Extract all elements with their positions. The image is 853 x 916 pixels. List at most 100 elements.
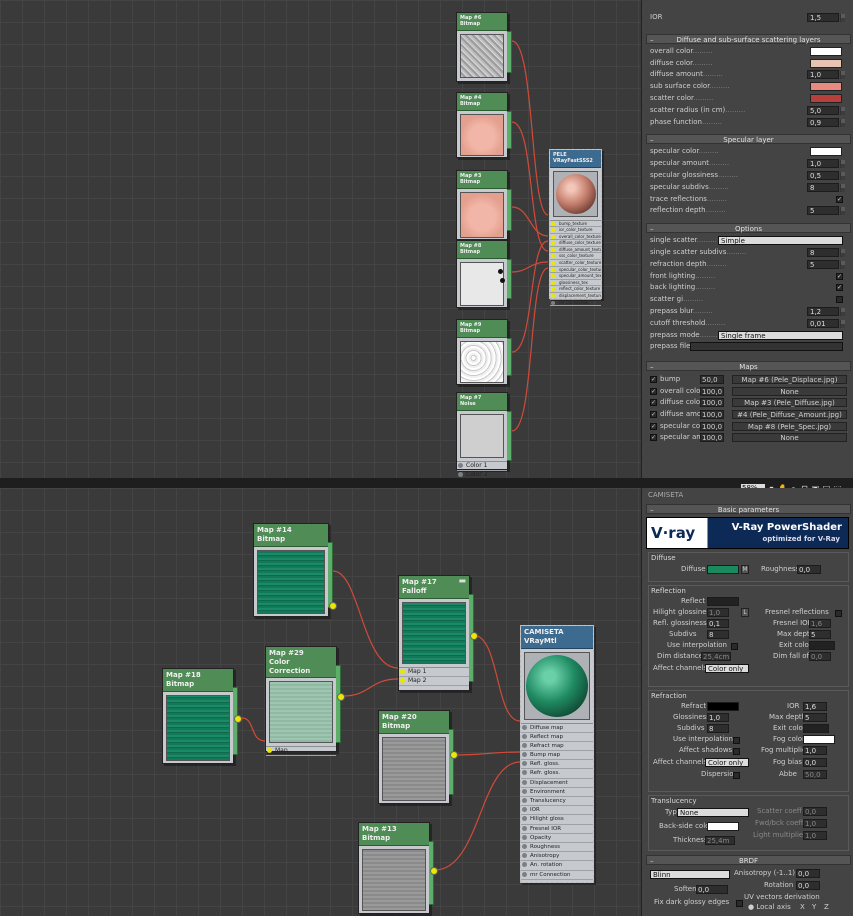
input-slot[interactable]: Refl. gloss. bbox=[521, 760, 593, 770]
color-swatch[interactable] bbox=[810, 46, 842, 56]
map-slot-button[interactable]: None bbox=[732, 386, 847, 396]
output-tab[interactable] bbox=[507, 189, 512, 231]
map-amount[interactable]: 100,0 bbox=[700, 409, 724, 419]
fresnel-checkbox[interactable] bbox=[835, 610, 842, 617]
input-slot[interactable]: specular_color_texture bbox=[550, 267, 601, 274]
input-slot[interactable]: Refr. gloss. bbox=[521, 769, 593, 779]
light-multiplier-value[interactable]: 1,0 bbox=[803, 831, 827, 840]
spinner[interactable] bbox=[840, 160, 845, 169]
rotation-value[interactable]: 0,0 bbox=[796, 881, 820, 890]
param-value[interactable]: 8 bbox=[807, 182, 839, 192]
subdivs-value[interactable]: 8 bbox=[707, 630, 729, 639]
input-slot[interactable]: displacement_texture bbox=[550, 293, 601, 300]
map-amount[interactable]: 100,0 bbox=[700, 421, 724, 431]
output-tab[interactable] bbox=[507, 31, 512, 73]
input-slot[interactable]: Displacement bbox=[521, 779, 593, 788]
node-map3[interactable]: Map #3 Bitmap bbox=[456, 170, 512, 240]
color-swatch[interactable] bbox=[810, 93, 842, 103]
input-slot[interactable]: diffuse_color_texture bbox=[550, 240, 601, 247]
dim-falloff-value[interactable]: 0,0 bbox=[809, 652, 831, 661]
node-map20[interactable]: Map #20 Bitmap bbox=[378, 710, 458, 804]
exit-color-swatch[interactable] bbox=[809, 641, 835, 650]
material-name-field[interactable]: CAMISETA bbox=[642, 488, 853, 502]
color-swatch[interactable] bbox=[810, 58, 842, 68]
rollout-maps[interactable]: – Maps bbox=[646, 361, 851, 372]
output-tab[interactable] bbox=[507, 411, 512, 461]
spinner[interactable] bbox=[840, 106, 845, 115]
affect-channels-dropdown[interactable]: Color only bbox=[705, 758, 749, 767]
node-camiseta-material[interactable]: CAMISETA VRayMtl Diffuse map Reflect map Re… bbox=[520, 625, 594, 883]
input-slot[interactable]: scatter_color_texture bbox=[550, 260, 601, 267]
map-slot-button[interactable]: Map #8 (Pele_Spec.jpg) bbox=[732, 421, 847, 431]
input-slot-map1[interactable]: Map 1 bbox=[399, 668, 469, 677]
back-side-color-swatch[interactable] bbox=[707, 822, 739, 831]
input-slot[interactable]: Opacity bbox=[521, 834, 593, 843]
input-slot[interactable]: Fresnel IOR bbox=[521, 825, 593, 834]
input-slot[interactable]: bump_texture bbox=[550, 221, 601, 228]
map-amount[interactable]: 100,0 bbox=[700, 433, 724, 443]
output-tab[interactable] bbox=[449, 729, 454, 795]
param-checkbox[interactable] bbox=[836, 296, 843, 304]
diffuse-color-swatch[interactable] bbox=[707, 565, 739, 574]
input-slot[interactable]: Anisotropy bbox=[521, 852, 593, 862]
output-socket[interactable] bbox=[234, 715, 242, 723]
output-tab[interactable] bbox=[507, 111, 512, 149]
node-map18[interactable]: Map #18 Bitmap bbox=[162, 668, 242, 764]
map-slot-button[interactable]: Map #6 (Pele_Displace.jpg) bbox=[732, 375, 847, 385]
thickness-value[interactable]: 25,4m bbox=[705, 836, 735, 845]
subdivs-value[interactable]: 8 bbox=[707, 724, 729, 733]
output-tab[interactable] bbox=[336, 665, 341, 743]
param-value[interactable]: 5,0 bbox=[807, 105, 839, 115]
map-amount[interactable]: 100,0 bbox=[700, 386, 724, 396]
spinner[interactable] bbox=[840, 319, 845, 328]
spinner[interactable] bbox=[840, 248, 845, 257]
local-axis-radio[interactable]: ● Local axis bbox=[748, 903, 791, 911]
node-map9[interactable]: Map #9 Bitmap bbox=[456, 319, 512, 385]
output-tab[interactable] bbox=[507, 338, 512, 376]
input-slot[interactable]: Roughness bbox=[521, 843, 593, 853]
lock-button[interactable]: L bbox=[741, 608, 749, 617]
map-enable-checkbox[interactable]: ✓ bbox=[650, 387, 657, 395]
fog-color-swatch[interactable] bbox=[803, 735, 835, 744]
input-slot[interactable]: Diffuse map bbox=[521, 724, 593, 733]
param-value[interactable]: 1,2 bbox=[807, 306, 839, 316]
param-dropdown[interactable] bbox=[690, 342, 843, 352]
spinner[interactable] bbox=[840, 307, 845, 316]
node-pele-material[interactable]: PELE VRayFastSSS2 bump_texture ior_color_t… bbox=[549, 149, 602, 307]
input-slot[interactable]: Environment bbox=[521, 788, 593, 797]
param-dropdown[interactable]: Simple bbox=[718, 236, 843, 246]
ior-value[interactable]: 1,6 bbox=[803, 702, 827, 711]
map-enable-checkbox[interactable]: ✓ bbox=[650, 410, 657, 418]
param-checkbox[interactable]: ✓ bbox=[836, 284, 843, 292]
map-enable-checkbox[interactable]: ✓ bbox=[650, 376, 657, 384]
fix-dark-checkbox[interactable] bbox=[736, 900, 743, 907]
dispersion-checkbox[interactable] bbox=[733, 772, 740, 779]
param-dropdown[interactable]: Single frame bbox=[718, 330, 843, 340]
input-slot[interactable]: specular_amount_texture bbox=[550, 273, 601, 280]
param-value[interactable]: 5 bbox=[807, 259, 839, 269]
dim-distance-value[interactable]: 25,4cm bbox=[701, 652, 731, 661]
param-value[interactable]: 0,01 bbox=[807, 318, 839, 328]
output-socket[interactable] bbox=[430, 867, 438, 875]
input-slot[interactable]: glossiness_tex bbox=[550, 280, 601, 287]
node-map6[interactable]: Map #6 Bitmap bbox=[456, 12, 512, 82]
output-socket[interactable] bbox=[337, 693, 345, 701]
input-slot[interactable]: Refract map bbox=[521, 742, 593, 752]
param-checkbox[interactable]: ✓ bbox=[836, 272, 843, 280]
map-enable-checkbox[interactable]: ✓ bbox=[650, 399, 657, 407]
rollout-brdf[interactable]: – BRDF bbox=[646, 855, 851, 865]
rollout-basic-parameters[interactable]: – Basic parameters bbox=[646, 504, 851, 514]
spinner[interactable] bbox=[840, 14, 845, 22]
input-slot-map[interactable]: Map bbox=[266, 747, 336, 757]
slate-editor-view-bottom[interactable]: Map #14 Bitmap ▬ Map #17 Falloff Map 1 Map … bbox=[0, 488, 641, 916]
param-value[interactable]: 5 bbox=[807, 206, 839, 216]
axis-y-button[interactable]: Y bbox=[812, 903, 816, 911]
param-value[interactable]: 1,0 bbox=[807, 159, 839, 169]
glossiness-value[interactable]: 1,0 bbox=[707, 713, 729, 722]
map-enable-checkbox[interactable]: ✓ bbox=[650, 434, 657, 442]
node-map4[interactable]: Map #4 Bitmap bbox=[456, 92, 512, 158]
refract-color-swatch[interactable] bbox=[707, 702, 739, 711]
input-slot[interactable]: reflect_color_texture bbox=[550, 286, 601, 294]
translucency-type-dropdown[interactable]: None bbox=[677, 808, 749, 817]
map-enable-checkbox[interactable]: ✓ bbox=[650, 422, 657, 430]
